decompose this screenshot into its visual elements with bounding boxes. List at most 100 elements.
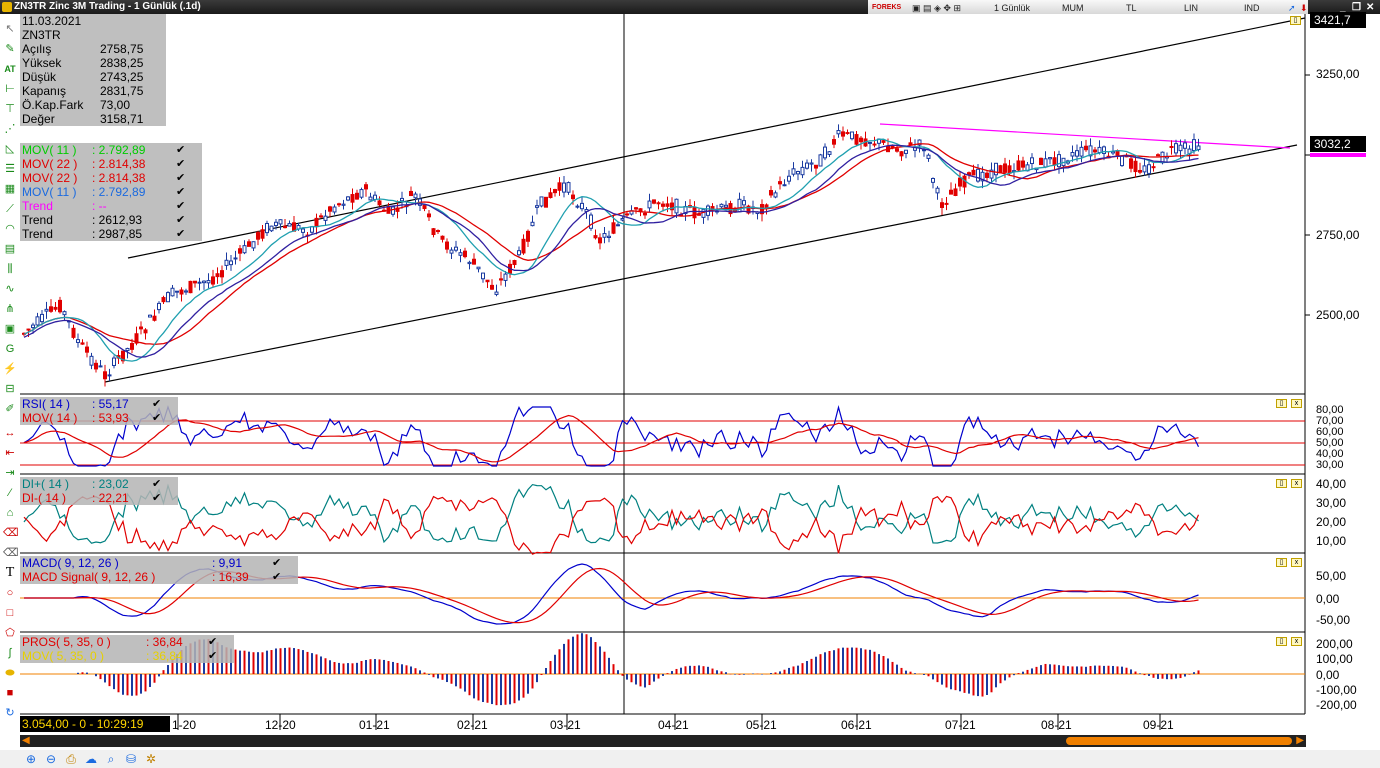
text-tool-icon[interactable]: T [3, 566, 17, 580]
box-icon[interactable]: ▣ [3, 322, 17, 336]
panel-close-button[interactable]: x [1291, 637, 1302, 646]
candle-body [656, 202, 661, 205]
panel-maximize-button[interactable]: ▯ [1276, 558, 1287, 567]
search-icon[interactable]: ⌕ [104, 752, 118, 766]
eraser-icon[interactable]: ⌫ [3, 526, 19, 540]
candle-body [197, 281, 202, 284]
scroll-left-icon[interactable]: ◀ [22, 735, 30, 746]
cloud-icon[interactable]: ☁ [84, 752, 98, 766]
pros-bar [644, 674, 646, 688]
filled-ellipse-icon[interactable]: ⬬ [3, 666, 17, 680]
database-icon[interactable]: ⛁ [124, 752, 138, 766]
candle-body [80, 342, 85, 345]
arrow-left-icon[interactable]: ⇤ [3, 446, 17, 460]
panel-close-button[interactable]: x [1291, 479, 1302, 488]
visibility-check-icon[interactable]: ✔ [272, 570, 281, 584]
scroll-right-icon[interactable]: ▶ [1296, 735, 1304, 746]
candle-body [953, 188, 958, 196]
price-axis-label: 2750,00 [1316, 228, 1360, 242]
zoom-in-icon[interactable]: ⊕ [24, 752, 38, 766]
fan-icon[interactable]: ⟋ [3, 202, 17, 216]
visibility-check-icon[interactable]: ✔ [208, 635, 217, 649]
zoom-out-icon[interactable]: ⊖ [44, 752, 58, 766]
visibility-check-icon[interactable]: ✔ [176, 185, 185, 199]
erase-all-icon[interactable]: ⌫ [3, 546, 19, 560]
scrollbar-thumb[interactable] [1066, 737, 1292, 745]
visibility-check-icon[interactable]: ✔ [152, 397, 161, 411]
visibility-check-icon[interactable]: ✔ [152, 411, 161, 425]
panel-maximize-button[interactable]: ▯ [1276, 637, 1287, 646]
print-icon[interactable]: ⎙ [64, 752, 78, 766]
arc-icon[interactable]: ◠ [3, 222, 17, 236]
gann-icon[interactable]: ▤ [3, 242, 17, 256]
cursor-icon[interactable]: ↖ [3, 22, 17, 36]
candle-body [427, 213, 431, 218]
time-scrollbar[interactable]: ◀ ▶ [20, 735, 1306, 747]
panel-maximize-button[interactable]: ▯ [1276, 479, 1287, 488]
horizontal-line-icon[interactable]: ⊢ [3, 82, 17, 96]
visibility-check-icon[interactable]: ✔ [176, 171, 185, 185]
visibility-check-icon[interactable]: ✔ [272, 556, 281, 570]
grid-icon[interactable]: ▦ [3, 182, 17, 196]
channel-icon[interactable]: ⋰ [3, 122, 17, 136]
settings-icon[interactable]: ✲ [144, 752, 158, 766]
legend-label: MACD( 9, 12, 26 ) [22, 556, 119, 570]
pros-bar [1125, 667, 1128, 674]
refresh-icon[interactable]: ↻ [3, 706, 17, 720]
pros-bar [621, 674, 624, 676]
tag-icon[interactable]: ⌂ [3, 506, 17, 520]
visibility-check-icon[interactable]: ✔ [176, 213, 185, 227]
pros-legend: PROS( 5, 35, 0 ): 36,84 ✔ MOV( 5, 35, 0 ):… [20, 635, 234, 663]
vertical-line-icon[interactable]: ⊤ [3, 102, 17, 116]
slash-icon[interactable]: ⁄ [3, 486, 17, 500]
pros-bar [81, 672, 84, 674]
pros-axis-label: -200,00 [1316, 698, 1357, 712]
text-at-icon[interactable]: AT [3, 62, 17, 76]
pros-bar [1026, 669, 1029, 674]
pencil-icon[interactable]: ✎ [3, 42, 17, 56]
cycle-icon[interactable]: ⫼ [3, 262, 17, 276]
panel-close-button[interactable]: x [1291, 558, 1302, 567]
pros-bar [923, 674, 925, 675]
pros-bar [707, 666, 709, 674]
arrow-right-icon[interactable]: ⇥ [3, 466, 17, 480]
visibility-check-icon[interactable]: ✔ [152, 491, 161, 505]
pros-bar [369, 659, 372, 674]
candle-body [1196, 145, 1201, 151]
polygon-icon[interactable]: ⬠ [3, 626, 17, 640]
pitchfork-icon[interactable]: ⋔ [3, 302, 17, 316]
visibility-check-icon[interactable]: ✔ [176, 143, 185, 157]
zigzag-icon[interactable]: ⚡ [3, 362, 17, 376]
visibility-check-icon[interactable]: ✔ [152, 477, 161, 491]
curve-icon[interactable]: ∫ [3, 646, 17, 660]
pros-bar [162, 670, 165, 674]
arrow-left-right-icon[interactable]: ↔ [3, 426, 17, 440]
fibonacci-icon[interactable]: ☰ [3, 162, 17, 176]
candle-body [1147, 164, 1151, 174]
g-icon[interactable]: G [3, 342, 17, 356]
pros-bar [338, 662, 340, 674]
candle-body [841, 131, 845, 137]
candle-body [1048, 157, 1052, 160]
visibility-check-icon[interactable]: ✔ [176, 199, 185, 213]
filled-rect-icon[interactable]: ■ [3, 686, 17, 700]
visibility-check-icon[interactable]: ✔ [208, 649, 217, 663]
panel-close-button[interactable]: x [1291, 399, 1302, 408]
wave-icon[interactable]: ∿ [3, 282, 17, 296]
ruler-icon[interactable]: ⊟ [3, 382, 17, 396]
rectangle-icon[interactable]: □ [3, 606, 17, 620]
candle-body [881, 140, 886, 143]
ellipse-icon[interactable]: ○ [3, 586, 17, 600]
pros-bar [450, 674, 453, 684]
candle-body [607, 235, 611, 238]
candle-body [566, 182, 571, 193]
price-axis-label: 3250,00 [1316, 67, 1360, 81]
visibility-check-icon[interactable]: ✔ [176, 227, 185, 241]
candle-body [994, 162, 998, 176]
panel-maximize-button[interactable]: ▯ [1290, 16, 1301, 25]
visibility-check-icon[interactable]: ✔ [176, 157, 185, 171]
panel-maximize-button[interactable]: ▯ [1276, 399, 1287, 408]
marker-icon[interactable]: ✐ [3, 402, 17, 416]
candle-body [247, 241, 251, 247]
triangle-icon[interactable]: ◺ [3, 142, 17, 156]
